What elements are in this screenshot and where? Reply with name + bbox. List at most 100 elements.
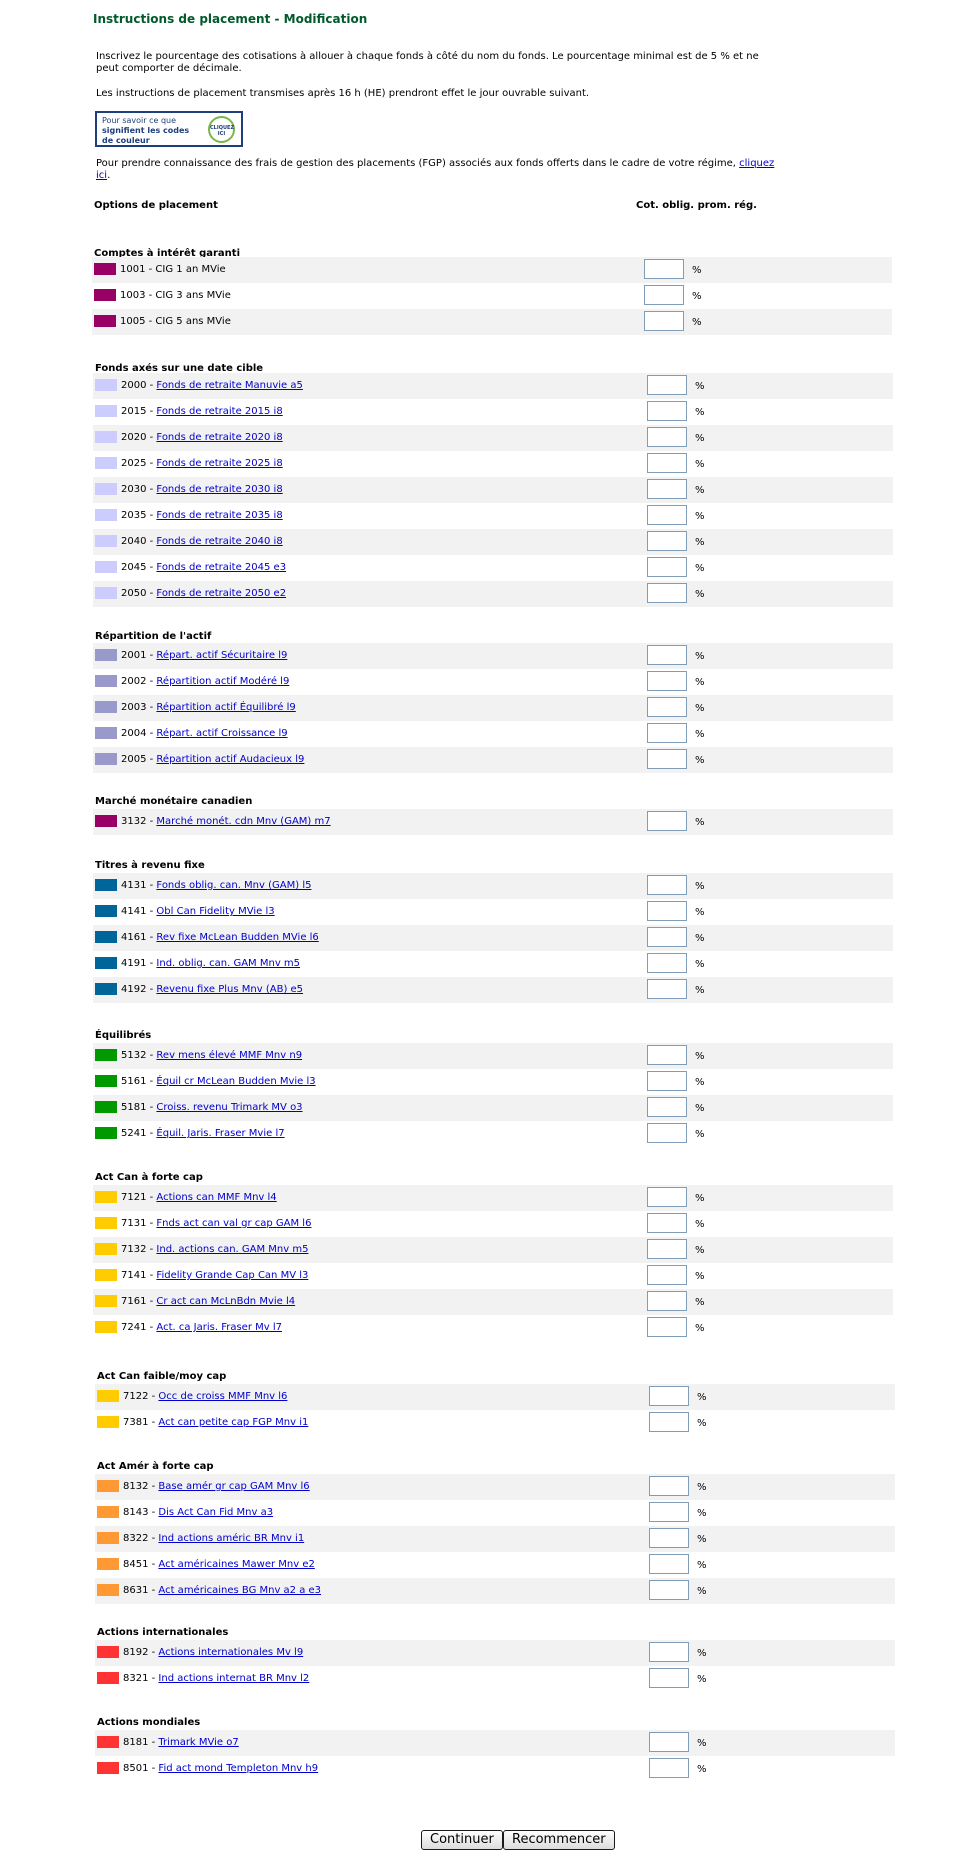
allocation-percent-input[interactable] <box>647 1291 687 1311</box>
fund-name-link[interactable]: Ind actions améric BR Mnv i1 <box>158 1533 304 1544</box>
fund-name-link[interactable]: Revenu fixe Plus Mnv (AB) e5 <box>156 984 303 995</box>
allocation-percent-input[interactable] <box>647 1123 687 1143</box>
allocation-percent-input[interactable] <box>649 1668 689 1688</box>
allocation-percent-input[interactable] <box>647 453 687 473</box>
fund-label: 2015 - Fonds de retraite 2015 i8 <box>121 406 283 417</box>
allocation-percent-input[interactable] <box>647 401 687 421</box>
allocation-percent-input[interactable] <box>647 875 687 895</box>
allocation-percent-input[interactable] <box>647 723 687 743</box>
allocation-percent-input[interactable] <box>647 583 687 603</box>
fund-name-link[interactable]: Cr act can McLnBdn Mvie l4 <box>156 1296 295 1307</box>
fund-name-link[interactable]: Act can petite cap FGP Mnv i1 <box>158 1417 308 1428</box>
fund-name-link[interactable]: Croiss. revenu Trimark MV o3 <box>156 1102 302 1113</box>
fund-name-link[interactable]: Fonds de retraite 2020 i8 <box>156 432 282 443</box>
allocation-percent-input[interactable] <box>649 1732 689 1752</box>
fund-name-link[interactable]: Dis Act Can Fid Mnv a3 <box>158 1507 273 1518</box>
allocation-percent-input[interactable] <box>647 531 687 551</box>
allocation-percent-input[interactable] <box>647 1239 687 1259</box>
fund-name-link[interactable]: Fonds de retraite 2050 e2 <box>156 588 286 599</box>
fund-name-link[interactable]: Équil cr McLean Budden Mvie l3 <box>156 1076 315 1087</box>
allocation-percent-input[interactable] <box>644 259 684 279</box>
allocation-percent-input[interactable] <box>649 1386 689 1406</box>
fund-name-link[interactable]: Act. ca Jaris. Fraser Mv l7 <box>156 1322 282 1333</box>
allocation-percent-input[interactable] <box>647 1265 687 1285</box>
fund-name-link[interactable]: Fonds de retraite 2015 i8 <box>156 406 282 417</box>
allocation-percent-input[interactable] <box>647 979 687 999</box>
allocation-percent-input[interactable] <box>647 645 687 665</box>
fund-name-link[interactable]: Actions can MMF Mnv l4 <box>156 1192 276 1203</box>
fund-name-link[interactable]: Fonds oblig. can. Mnv (GAM) l5 <box>156 880 311 891</box>
fund-name-link[interactable]: Fid act mond Templeton Mnv h9 <box>158 1763 318 1774</box>
fund-name-link[interactable]: Trimark MVie o7 <box>158 1737 238 1748</box>
allocation-percent-input[interactable] <box>647 557 687 577</box>
fund-name-link[interactable]: Rev fixe McLean Budden MVie l6 <box>156 932 318 943</box>
fund-name-link[interactable]: Act américaines Mawer Mnv e2 <box>158 1559 314 1570</box>
percent-sign: % <box>695 1323 705 1334</box>
fund-name-link[interactable]: Fonds de retraite Manuvie a5 <box>156 380 302 391</box>
fund-name-link[interactable]: Répartition actif Audacieux l9 <box>156 754 304 765</box>
fund-name-link[interactable]: Fonds de retraite 2045 e3 <box>156 562 286 573</box>
fund-row: 1003 - CIG 3 ans MVie% <box>92 283 892 309</box>
fund-name-link[interactable]: Occ de croiss MMF Mnv l6 <box>158 1391 287 1402</box>
allocation-percent-input[interactable] <box>647 1213 687 1233</box>
fund-name-link[interactable]: Actions internationales Mv l9 <box>158 1647 303 1658</box>
allocation-percent-input[interactable] <box>647 1317 687 1337</box>
allocation-percent-input[interactable] <box>647 1097 687 1117</box>
allocation-percent-input[interactable] <box>647 749 687 769</box>
fund-name-link[interactable]: Base amér gr cap GAM Mnv l6 <box>158 1481 309 1492</box>
fund-name-link[interactable]: Rev mens élevé MMF Mnv n9 <box>156 1050 302 1061</box>
allocation-percent-input[interactable] <box>644 285 684 305</box>
allocation-percent-input[interactable] <box>647 1071 687 1091</box>
percent-sign: % <box>695 1051 705 1062</box>
fund-name-link[interactable]: Répartition actif Équilibré l9 <box>156 702 295 713</box>
fund-code: 2050 <box>121 588 147 599</box>
fund-name-link[interactable]: Fidelity Grande Cap Can MV l3 <box>156 1270 308 1281</box>
fund-name-link[interactable]: Équil. Jaris. Fraser Mvie l7 <box>156 1128 284 1139</box>
allocation-percent-input[interactable] <box>649 1412 689 1432</box>
allocation-percent-input[interactable] <box>647 375 687 395</box>
allocation-percent-input[interactable] <box>649 1554 689 1574</box>
fund-name-link[interactable]: Fonds de retraite 2035 i8 <box>156 510 282 521</box>
fund-name-link[interactable]: Ind actions internat BR Mnv l2 <box>158 1673 309 1684</box>
color-code-legend-button[interactable]: Pour savoir ce que signifient les codes … <box>95 111 243 147</box>
allocation-percent-input[interactable] <box>647 1187 687 1207</box>
fund-name-link[interactable]: Fonds de retraite 2025 i8 <box>156 458 282 469</box>
allocation-percent-input[interactable] <box>647 953 687 973</box>
fund-label: 8501 - Fid act mond Templeton Mnv h9 <box>123 1763 319 1774</box>
section-title: Répartition de l'actif <box>95 631 212 642</box>
fund-name-link[interactable]: Obl Can Fidelity MVie l3 <box>156 906 274 917</box>
reset-button[interactable]: Recommencer <box>503 1830 615 1850</box>
allocation-percent-input[interactable] <box>649 1502 689 1522</box>
allocation-percent-input[interactable] <box>647 1045 687 1065</box>
color-code-swatch-icon <box>95 1295 117 1307</box>
allocation-percent-input[interactable] <box>649 1580 689 1600</box>
allocation-percent-input[interactable] <box>649 1528 689 1548</box>
fund-name-link[interactable]: Répart. actif Sécuritaire l9 <box>156 650 287 661</box>
fund-name-link[interactable]: Répartition actif Modéré l9 <box>156 676 289 687</box>
fund-name-link[interactable]: Fnds act can val gr cap GAM l6 <box>156 1218 311 1229</box>
fund-name-link[interactable]: Ind. actions can. GAM Mnv m5 <box>156 1244 308 1255</box>
allocation-percent-input[interactable] <box>647 927 687 947</box>
fund-name-link[interactable]: Fonds de retraite 2040 i8 <box>156 536 282 547</box>
fund-code: 7131 <box>121 1218 147 1229</box>
fund-code: 8132 <box>123 1481 149 1492</box>
color-code-swatch-icon <box>95 1101 117 1113</box>
allocation-percent-input[interactable] <box>647 697 687 717</box>
fund-name-link[interactable]: Ind. oblig. can. GAM Mnv m5 <box>156 958 300 969</box>
allocation-percent-input[interactable] <box>647 505 687 525</box>
continue-button[interactable]: Continuer <box>421 1830 503 1850</box>
allocation-percent-input[interactable] <box>647 671 687 691</box>
allocation-percent-input[interactable] <box>647 901 687 921</box>
allocation-percent-input[interactable] <box>649 1476 689 1496</box>
fund-name-link[interactable]: Répart. actif Croissance l9 <box>156 728 287 739</box>
fund-name-link[interactable]: Marché monét. cdn Mnv (GAM) m7 <box>156 816 330 827</box>
percent-sign: % <box>695 485 705 496</box>
allocation-percent-input[interactable] <box>644 311 684 331</box>
fund-name-link[interactable]: Act américaines BG Mnv a2 a e3 <box>158 1585 321 1596</box>
fund-name-link[interactable]: Fonds de retraite 2030 i8 <box>156 484 282 495</box>
allocation-percent-input[interactable] <box>647 811 687 831</box>
allocation-percent-input[interactable] <box>649 1758 689 1778</box>
allocation-percent-input[interactable] <box>649 1642 689 1662</box>
allocation-percent-input[interactable] <box>647 479 687 499</box>
allocation-percent-input[interactable] <box>647 427 687 447</box>
